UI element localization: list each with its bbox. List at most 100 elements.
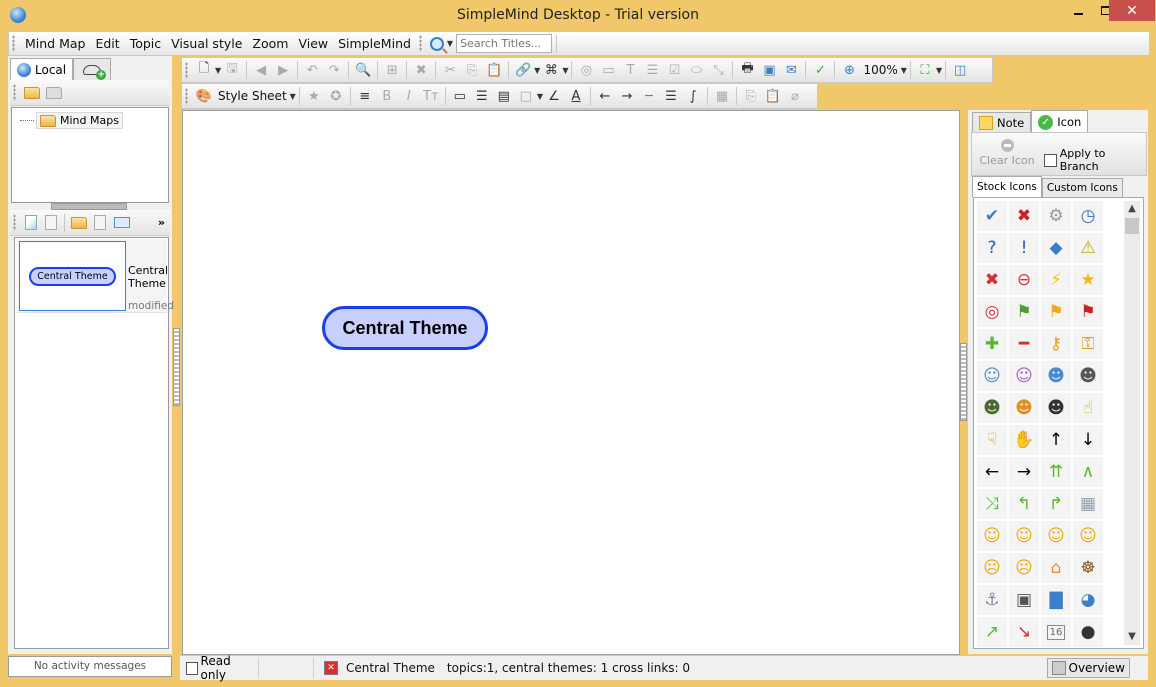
paste-style-icon[interactable]: 📋 <box>765 88 781 104</box>
tab-local[interactable]: Local <box>10 58 74 81</box>
undo-icon[interactable]: ↶ <box>304 62 320 78</box>
duplicate-map-icon[interactable] <box>45 215 57 230</box>
stock-icon-turn-right[interactable]: ↱ <box>1041 489 1071 519</box>
fill-color-icon[interactable]: □ <box>518 88 534 104</box>
icon-scrollbar[interactable]: ▲ ▼ <box>1124 201 1140 645</box>
stock-icon-sad[interactable]: ☹ <box>977 553 1007 583</box>
read-only-checkbox[interactable]: Read only <box>180 654 259 682</box>
relation-icon[interactable]: ⤡ <box>710 62 726 78</box>
stock-icon-split[interactable]: ⇈ <box>1041 457 1071 487</box>
stock-icon-ship-wheel[interactable]: ☸ <box>1073 553 1103 583</box>
stock-icon-trend-up[interactable]: ↗ <box>977 617 1007 647</box>
tab-note[interactable]: Note <box>972 112 1032 133</box>
numbering-icon[interactable]: ☰ <box>644 62 660 78</box>
link-icon[interactable]: 🔗 <box>515 62 531 78</box>
checklist-icon[interactable]: ☑ <box>666 62 682 78</box>
stock-icon-flag-orange[interactable]: ⚑ <box>1041 297 1071 327</box>
stock-icon-handshake[interactable]: ✋ <box>1009 425 1039 455</box>
stock-icon-warning[interactable]: ⚠ <box>1073 233 1103 263</box>
stock-icon-soldier[interactable]: ☻ <box>977 393 1007 423</box>
toolbar-grip[interactable] <box>13 214 16 231</box>
stock-icon-merge[interactable]: ∧ <box>1073 457 1103 487</box>
new-folder-icon[interactable] <box>24 86 40 99</box>
menu-visual-style[interactable]: Visual style <box>166 36 247 51</box>
toggle-panel-icon[interactable]: ◫ <box>952 62 968 78</box>
import-map-icon[interactable] <box>71 216 87 229</box>
stock-icon-arrow-right[interactable]: → <box>1009 457 1039 487</box>
add-topic-icon[interactable]: ⊞ <box>384 62 400 78</box>
line-color-icon[interactable]: ∠ <box>546 88 562 104</box>
text-size-icon[interactable]: Tт <box>423 88 439 104</box>
stock-icon-cake[interactable]: ⌂ <box>1041 553 1071 583</box>
stock-icon-businessman[interactable]: ☻ <box>1073 361 1103 391</box>
stock-icon-plus[interactable]: ✚ <box>977 329 1007 359</box>
stock-icon-arrow-left[interactable]: ← <box>977 457 1007 487</box>
stock-icon-wink[interactable]: ☺ <box>1041 521 1071 551</box>
toolbar-grip[interactable] <box>13 84 16 101</box>
scrollbar-thumb[interactable] <box>1125 218 1139 234</box>
checkbox[interactable] <box>1044 153 1057 167</box>
redo-icon[interactable]: ↷ <box>326 62 342 78</box>
stock-icon-star[interactable]: ★ <box>1073 265 1103 295</box>
curve-icon[interactable]: ∫ <box>685 88 701 104</box>
back-icon[interactable]: ◀ <box>253 62 269 78</box>
stock-icon-info[interactable]: ◆ <box>1041 233 1071 263</box>
menu-topic[interactable]: Topic <box>125 36 166 51</box>
menu-zoom[interactable]: Zoom <box>247 36 293 51</box>
forward-icon[interactable]: ▶ <box>275 62 291 78</box>
stock-icon-flag-red[interactable]: ⚑ <box>1073 297 1103 327</box>
export-icon[interactable]: ▣ <box>761 62 777 78</box>
panel-splitter[interactable] <box>51 203 127 210</box>
grid-icon[interactable]: ▦ <box>714 88 730 104</box>
stock-icon-bomb[interactable]: ● <box>1073 617 1103 647</box>
style-sheet-dropdown[interactable]: Style Sheet <box>218 89 287 103</box>
stock-icon-binoculars[interactable]: ▣ <box>1009 585 1039 615</box>
stock-icon-target[interactable]: ◎ <box>977 297 1007 327</box>
stock-icon-cross[interactable]: ✖ <box>1009 201 1039 231</box>
stock-icon-bar-chart[interactable]: ▇ <box>1041 585 1071 615</box>
tree-item-mind-maps[interactable]: Mind Maps <box>20 112 123 129</box>
stock-icon-clock[interactable]: ◷ <box>1073 201 1103 231</box>
new-document-icon[interactable]: 🗋 <box>196 61 212 78</box>
delete-icon[interactable]: ✖ <box>413 62 429 78</box>
tab-custom-icons[interactable]: Custom Icons <box>1041 178 1123 197</box>
stock-icon-flag-green[interactable]: ⚑ <box>1009 297 1039 327</box>
stock-icon-users[interactable]: ☻ <box>1041 361 1071 391</box>
scroll-up-icon[interactable]: ▲ <box>1124 201 1140 217</box>
stock-icon-thumbs-up[interactable]: ☝ <box>1073 393 1103 423</box>
stock-icon-graduate[interactable]: ☻ <box>1041 393 1071 423</box>
toolbar-grip[interactable] <box>185 87 188 105</box>
tab-icon[interactable]: ✓ Icon <box>1031 110 1089 133</box>
cut-icon[interactable]: ✂ <box>442 62 458 78</box>
overview-button[interactable]: Overview <box>1046 658 1130 678</box>
chevron-down-icon[interactable]: ▼ <box>901 66 907 75</box>
find-icon[interactable]: 🔍 <box>355 62 371 78</box>
stock-icon-user-female[interactable]: ☺ <box>1009 361 1039 391</box>
border-style-icon[interactable]: ☰ <box>474 88 490 104</box>
clear-icon-button[interactable]: Clear Icon <box>975 136 1039 174</box>
paste-icon[interactable]: 📋 <box>486 62 502 78</box>
checkbox[interactable] <box>186 661 198 675</box>
left-splitter[interactable] <box>173 328 180 406</box>
export-map-icon[interactable] <box>94 215 106 230</box>
toolbar-grip[interactable] <box>418 35 422 52</box>
stock-icon-thumbs-down[interactable]: ☟ <box>977 425 1007 455</box>
minimize-button[interactable] <box>1063 0 1093 21</box>
arrow-left-icon[interactable]: ← <box>597 88 613 104</box>
clear-style-icon[interactable]: ⌀ <box>787 88 803 104</box>
central-theme-node[interactable]: Central Theme <box>322 306 488 350</box>
save-icon[interactable]: 🖫 <box>224 61 240 78</box>
email-icon[interactable]: ✉ <box>783 62 799 78</box>
arrow-right-icon[interactable]: → <box>619 88 635 104</box>
chevron-down-icon[interactable]: ▼ <box>290 92 296 101</box>
align-center-icon[interactable]: ≡ <box>357 88 373 104</box>
stock-icon-smile[interactable]: ☺ <box>977 521 1007 551</box>
stock-icon-arrow-up[interactable]: ↑ <box>1041 425 1071 455</box>
stock-icon-key[interactable]: ⚷ <box>1041 329 1071 359</box>
copy-style-icon[interactable]: ⎘ <box>743 88 759 104</box>
add-text-icon[interactable]: T <box>622 62 638 78</box>
zoom-level-dropdown[interactable]: 100% <box>863 63 897 77</box>
close-button[interactable]: ✕ <box>1109 0 1155 21</box>
search-scope-dropdown[interactable]: ▼ <box>427 36 456 51</box>
right-splitter[interactable] <box>960 343 967 421</box>
